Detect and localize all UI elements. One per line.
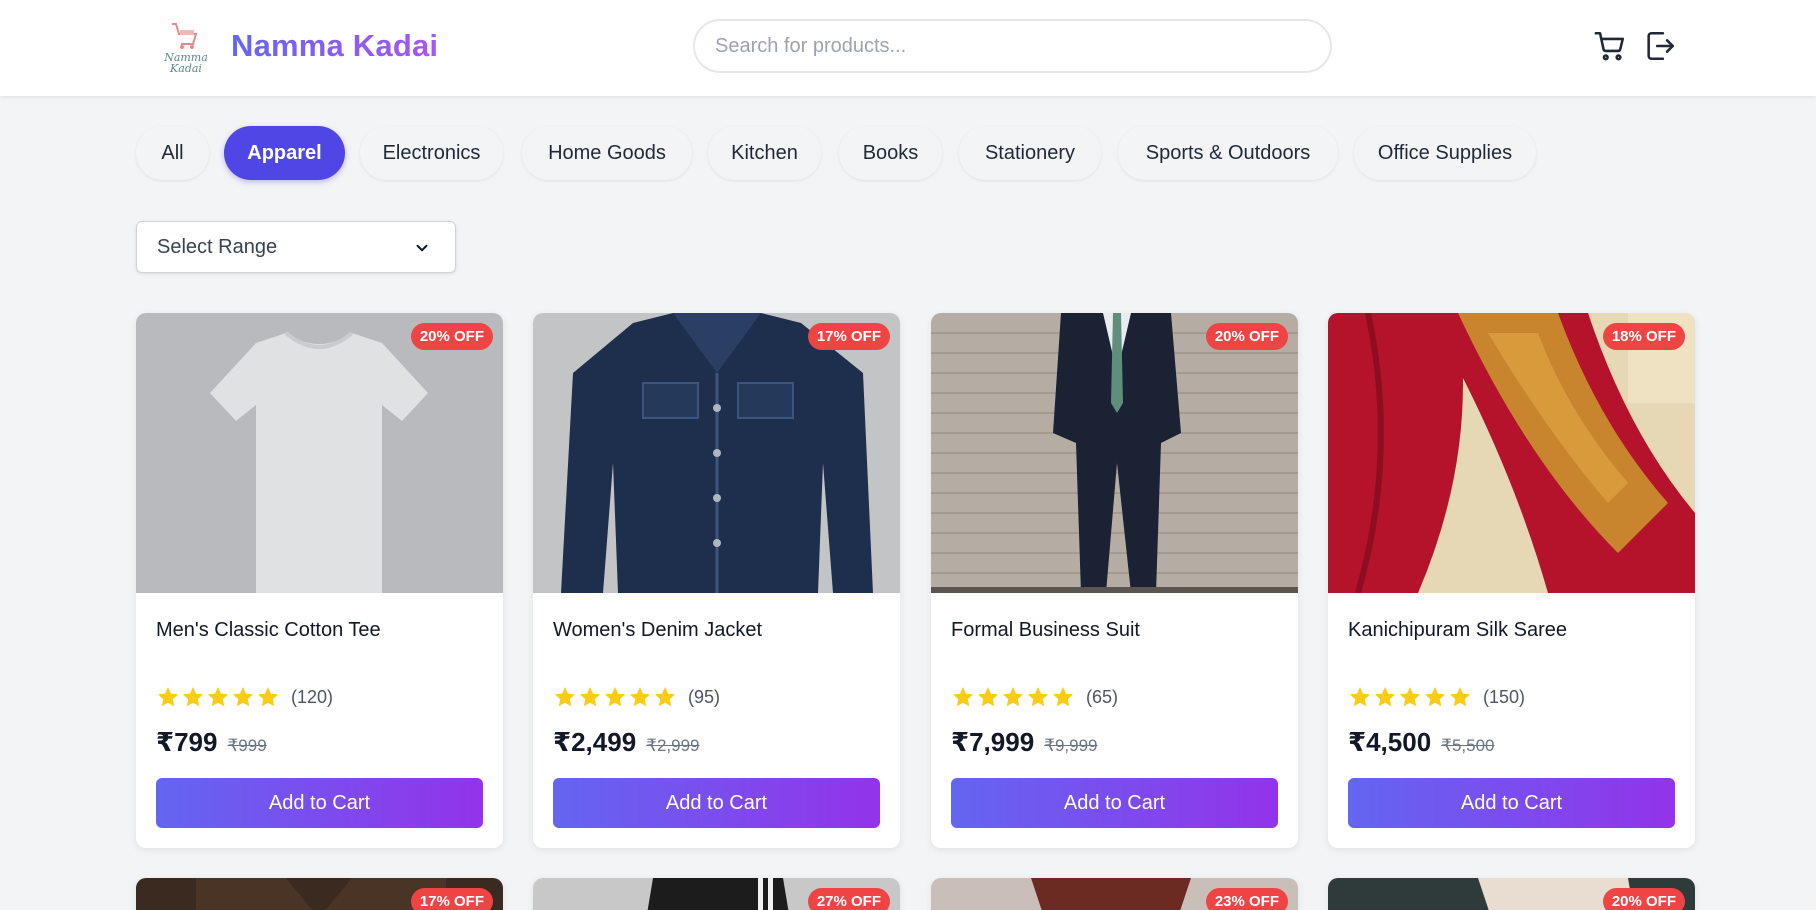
original-price: ₹2,999 [646,736,700,755]
product-name[interactable]: Formal Business Suit [951,619,1140,642]
product-name[interactable]: Men's Classic Cotton Tee [156,619,381,642]
add-to-cart-button[interactable]: Add to Cart [553,778,880,828]
star-icon [1375,687,1395,707]
discount-badge: 27% OFF [807,888,890,910]
star-icon [630,687,650,707]
product-card[interactable]: 20% OFF [1328,878,1695,910]
add-to-cart-button[interactable]: Add to Cart [951,778,1278,828]
product-image-silk-saree[interactable] [1328,313,1695,593]
chevron-down-icon [416,244,428,252]
price-block: ₹7,999 ₹9,999 [951,727,1098,758]
discount-badge: 20% OFF [1205,323,1288,350]
product-card[interactable]: 27% OFF [533,878,900,910]
logout-icon[interactable] [1643,29,1677,63]
rating: (150) [1348,685,1525,709]
cart-icon[interactable] [1593,29,1627,63]
category-books[interactable]: Books [839,126,942,180]
product-card[interactable]: 18% OFF Kanichipuram Silk Saree (150) ₹4… [1328,313,1695,848]
current-price: ₹7,999 [951,727,1035,757]
discount-badge: 18% OFF [1602,323,1685,350]
category-apparel[interactable]: Apparel [224,126,345,180]
star-icon [1003,687,1023,707]
price-block: ₹2,499 ₹2,999 [553,727,700,758]
rating-count: (120) [291,686,334,707]
discount-badge: 17% OFF [807,323,890,350]
star-icon [555,687,575,707]
discount-badge: 20% OFF [1602,888,1685,910]
current-price: ₹2,499 [553,727,637,757]
category-sports-outdoors[interactable]: Sports & Outdoors [1118,126,1338,180]
price-block: ₹4,500 ₹5,500 [1348,727,1495,758]
svg-text:Kadai: Kadai [169,62,202,74]
star-icon [258,687,278,707]
star-icon [1450,687,1470,707]
star-icon [183,687,203,707]
category-electronics[interactable]: Electronics [360,126,503,180]
range-select-label: Select Range [157,235,278,258]
price-block: ₹799 ₹999 [156,727,267,758]
namma-kadai-logo[interactable]: Namma Kadai [158,18,214,74]
star-icon [1028,687,1048,707]
category-kitchen[interactable]: Kitchen [708,126,821,180]
rating-count: (150) [1483,686,1526,707]
product-name[interactable]: Women's Denim Jacket [553,619,762,642]
product-card[interactable]: 20% OFF Men's Classic Cotton Tee (120) ₹… [136,313,503,848]
original-price: ₹5,500 [1441,736,1495,755]
rating-count: (65) [1086,686,1119,707]
star-icon [580,687,600,707]
star-icon [208,687,228,707]
product-card[interactable]: 17% OFF [136,878,503,910]
product-image-business-suit[interactable] [931,313,1298,593]
star-icon [655,687,675,707]
discount-badge: 23% OFF [1205,888,1288,910]
discount-badge: 20% OFF [410,323,493,350]
category-office-supplies[interactable]: Office Supplies [1354,126,1536,180]
search-input[interactable] [693,19,1332,73]
add-to-cart-button[interactable]: Add to Cart [1348,778,1675,828]
original-price: ₹9,999 [1044,736,1098,755]
current-price: ₹799 [156,727,218,757]
category-all[interactable]: All [136,126,209,180]
star-icon [605,687,625,707]
star-icon [1400,687,1420,707]
product-card[interactable]: 23% OFF [931,878,1298,910]
category-home-goods[interactable]: Home Goods [522,126,692,180]
product-name[interactable]: Kanichipuram Silk Saree [1348,619,1567,642]
rating: (120) [156,685,333,709]
rating: (95) [553,685,720,709]
star-icon [978,687,998,707]
star-icon [1053,687,1073,707]
top-header: Namma Kadai Namma Kadai [0,0,1816,96]
rating-count: (95) [688,686,721,707]
star-icon [1425,687,1445,707]
star-icon [233,687,253,707]
category-stationery[interactable]: Stationery [959,126,1101,180]
add-to-cart-button[interactable]: Add to Cart [156,778,483,828]
product-image-denim-jacket[interactable] [533,313,900,593]
star-icon [158,687,178,707]
current-price: ₹4,500 [1348,727,1432,757]
discount-badge: 17% OFF [410,888,493,910]
star-icon [1350,687,1370,707]
product-card[interactable]: 20% OFF Formal Business Suit (65) ₹7,999… [931,313,1298,848]
price-range-select[interactable]: Select Range [136,221,456,273]
star-icon [953,687,973,707]
original-price: ₹999 [227,736,267,755]
product-card[interactable]: 17% OFF Women's Denim Jacket (95) ₹2,499… [533,313,900,848]
brand-name[interactable]: Namma Kadai [231,28,438,64]
product-image-tee[interactable] [136,313,503,593]
rating: (65) [951,685,1118,709]
